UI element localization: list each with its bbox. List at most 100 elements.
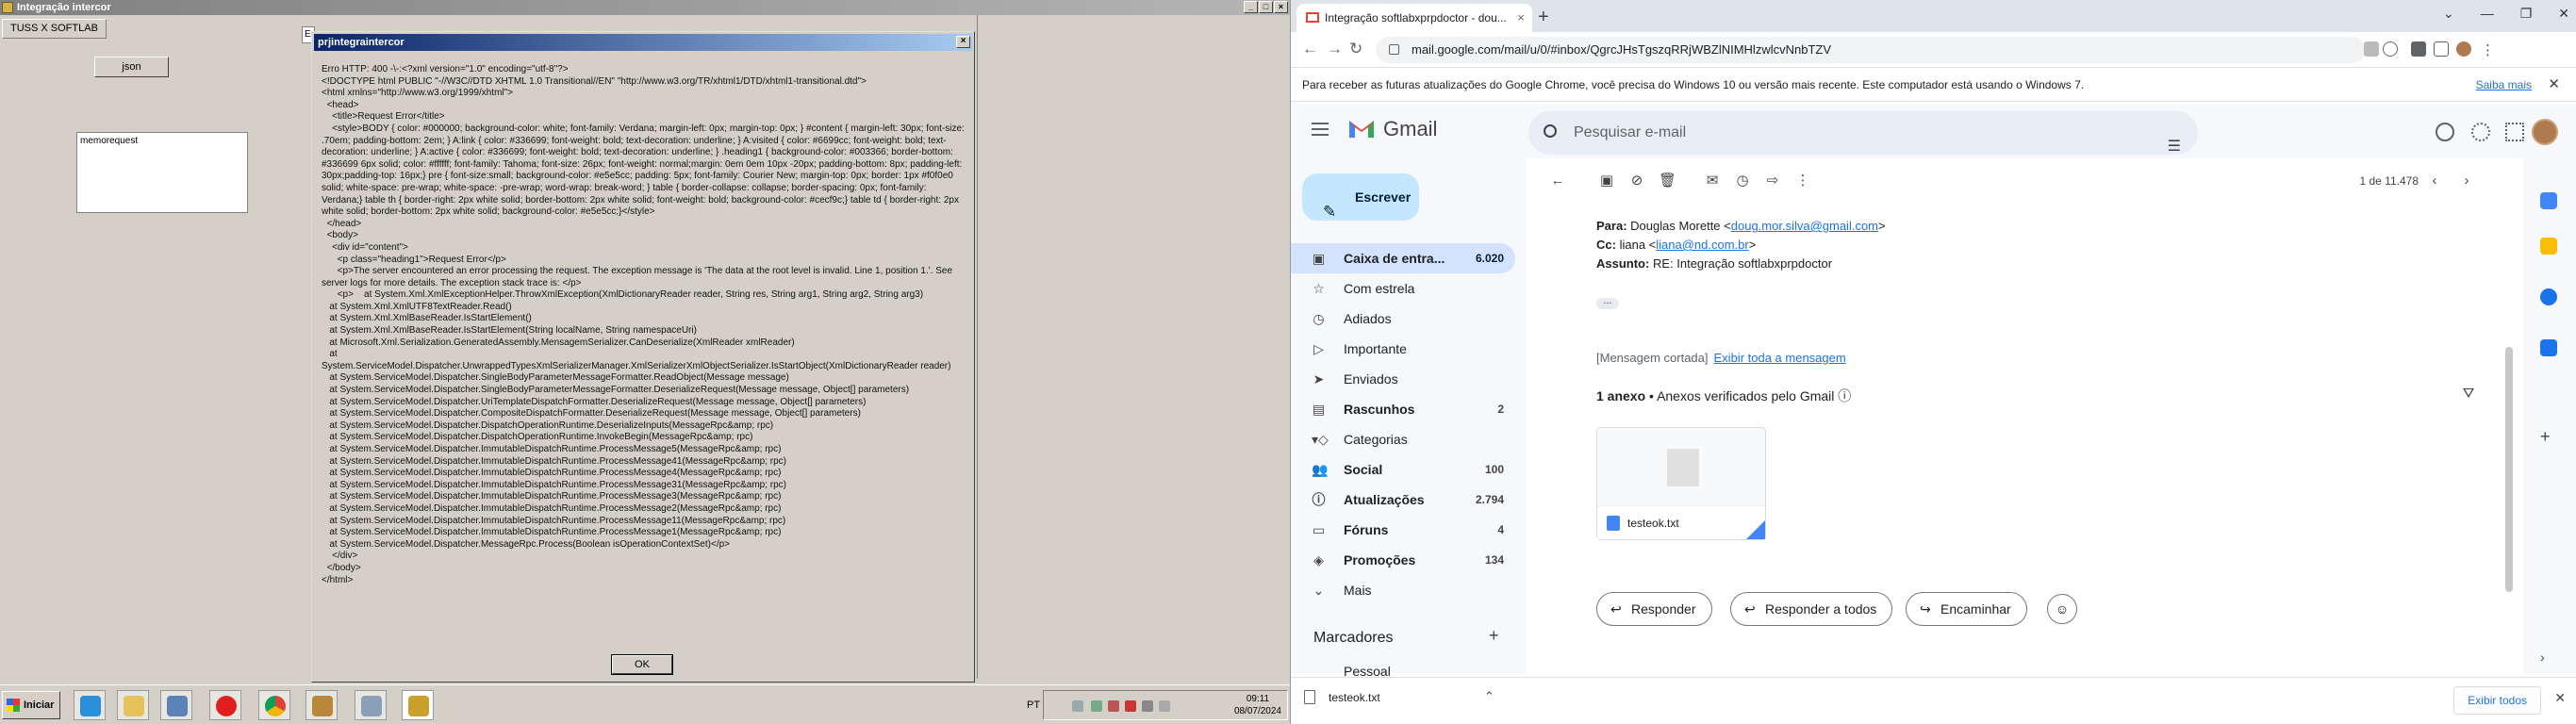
browser-tab-gmail[interactable]: Integração softlabxprpdoctor - dou... × xyxy=(1296,4,1532,32)
settings-gear-icon[interactable] xyxy=(2471,123,2490,141)
chevron-down-icon[interactable]: ⌄ xyxy=(2443,6,2454,22)
help-icon[interactable] xyxy=(2436,123,2454,141)
to-email-link[interactable]: doug.mor.silva@gmail.com xyxy=(1731,219,1878,233)
show-full-message-link[interactable]: Exibir toda a mensagem xyxy=(1714,351,1846,365)
sidebar-item-drafts[interactable]: ▤ Rascunhos 2 xyxy=(1291,394,1515,424)
download-menu-chevron-icon[interactable]: ⌃ xyxy=(1484,689,1494,704)
incognito-eye-icon[interactable] xyxy=(2364,41,2379,57)
opera-taskbar-icon[interactable] xyxy=(209,690,241,720)
tasks-icon[interactable] xyxy=(2540,288,2557,305)
download-item[interactable]: testeok.txt xyxy=(1304,689,1380,706)
delete-icon[interactable]: 🗑 xyxy=(1659,173,1676,189)
search-input[interactable]: Pesquisar e-mail ☰ xyxy=(1528,111,2198,155)
back-icon[interactable]: ← xyxy=(1302,40,1318,58)
message-scrollbar[interactable] xyxy=(2505,347,2513,592)
snooze-icon[interactable]: ◷ xyxy=(1734,173,1751,189)
tray-alert-icon[interactable] xyxy=(1125,700,1136,712)
compose-button[interactable]: ✎ Escrever xyxy=(1302,173,1419,221)
close-button[interactable]: × xyxy=(1274,1,1288,13)
bookmark-star-icon[interactable] xyxy=(2383,41,2398,57)
learn-more-link[interactable]: Saiba mais xyxy=(2476,68,2532,102)
contacts-icon[interactable] xyxy=(2540,339,2557,356)
chrome-taskbar-icon[interactable] xyxy=(258,690,290,720)
mdi-tab-tuss[interactable]: TUSS X SOFTLAB xyxy=(2,19,107,39)
main-menu-icon[interactable] xyxy=(1312,123,1329,136)
app-taskbar-icon-active[interactable] xyxy=(402,690,434,720)
tool-taskbar-icon[interactable] xyxy=(355,690,387,720)
apps-grid-icon[interactable] xyxy=(2505,123,2524,141)
maximize-button[interactable]: □ xyxy=(1259,1,1273,13)
add-to-drive-icon[interactable]: ⛛ xyxy=(2460,387,2477,402)
start-button[interactable]: Iniciar xyxy=(2,691,60,719)
url-text: mail.google.com/mail/u/0/#inbox/QgrcJHsT… xyxy=(1412,42,1831,57)
sidebar-item-important[interactable]: ▷ Importante xyxy=(1291,334,1515,364)
forward-icon[interactable]: → xyxy=(1327,40,1343,58)
dialog-close-button[interactable]: × xyxy=(956,36,970,48)
move-to-icon[interactable]: ⇨ xyxy=(1764,173,1781,189)
back-arrow-icon[interactable]: ← xyxy=(1549,173,1566,189)
tray-volume-icon[interactable] xyxy=(1142,700,1153,712)
new-tab-button[interactable]: + xyxy=(1538,4,1549,30)
json-button[interactable]: json xyxy=(94,57,169,77)
add-app-icon[interactable]: + xyxy=(2540,428,2557,445)
sidebar-item-social[interactable]: 👥 Social 100 xyxy=(1291,454,1515,485)
side-panel-icon[interactable] xyxy=(2434,41,2449,57)
clock[interactable]: 09:11 08/07/2024 xyxy=(1234,693,1281,717)
menu-kebab-icon[interactable]: ⋮ xyxy=(2481,41,2496,58)
archive-icon[interactable]: ▣ xyxy=(1598,173,1615,189)
sidebar-item-more[interactable]: ⌄ Mais xyxy=(1291,575,1515,605)
more-options-icon[interactable]: ⋮ xyxy=(1794,173,1811,189)
window-minimize-icon[interactable]: — xyxy=(2481,6,2494,22)
address-bar[interactable]: mail.google.com/mail/u/0/#inbox/QgrcJHsT… xyxy=(1376,37,2366,63)
reply-all-button[interactable]: ↩ Responder a todos xyxy=(1730,592,1893,626)
forward-button[interactable]: ↪ Encaminhar xyxy=(1906,592,2027,626)
infobar-close-icon[interactable]: ✕ xyxy=(2548,68,2560,102)
sidebar-item-inbox[interactable]: ▣ Caixa de entra... 6.020 xyxy=(1291,243,1515,273)
mark-unread-icon[interactable]: ✉ xyxy=(1704,173,1721,189)
tab-close-icon[interactable]: × xyxy=(1517,4,1525,32)
info-icon[interactable]: ⓘ xyxy=(1838,388,1851,403)
download-bar-close-icon[interactable]: ✕ xyxy=(2554,690,2566,706)
explorer-taskbar-icon[interactable] xyxy=(117,690,149,720)
ok-button[interactable]: OK xyxy=(611,654,673,675)
attachment-card[interactable]: testeok.txt xyxy=(1596,427,1766,540)
newer-chevron-icon[interactable]: ‹ xyxy=(2426,173,2443,189)
nav-count: 134 xyxy=(1484,553,1504,567)
ie-taskbar-icon[interactable] xyxy=(74,690,106,720)
expand-panel-icon[interactable]: › xyxy=(2540,649,2557,666)
window-maximize-icon[interactable]: ❐ xyxy=(2520,6,2533,22)
reload-icon[interactable]: ↻ xyxy=(1349,40,1362,58)
delphi-taskbar-icon[interactable] xyxy=(305,690,338,720)
tray-usb-icon[interactable] xyxy=(1159,700,1170,712)
profile-avatar-icon[interactable] xyxy=(2456,41,2471,57)
search-icon[interactable] xyxy=(1544,124,1557,138)
tray-arrow-icon[interactable] xyxy=(1072,700,1083,712)
tray-shield-icon[interactable] xyxy=(1108,700,1119,712)
add-label-icon[interactable]: + xyxy=(1489,626,1499,646)
sidebar-item-sent[interactable]: ➤ Enviados xyxy=(1291,364,1515,394)
memo-request[interactable]: memorequest xyxy=(76,132,248,213)
extensions-icon[interactable] xyxy=(2411,41,2426,57)
cc-email-link[interactable]: liana@nd.com.br xyxy=(1656,238,1748,252)
account-avatar[interactable] xyxy=(2532,119,2558,145)
calendar-icon[interactable] xyxy=(2540,192,2557,209)
site-info-icon[interactable] xyxy=(1389,44,1399,55)
minimize-button[interactable]: _ xyxy=(1244,1,1258,13)
show-trimmed-button[interactable]: ... xyxy=(1596,296,1619,309)
sidebar-item-categories[interactable]: ▾◇ Categorias xyxy=(1291,424,1515,454)
report-spam-icon[interactable]: ⊘ xyxy=(1628,173,1645,189)
sidebar-item-snoozed[interactable]: ◷ Adiados xyxy=(1291,304,1515,334)
sidebar-item-starred[interactable]: ☆ Com estrela xyxy=(1291,273,1515,304)
language-indicator[interactable]: PT xyxy=(1027,699,1040,711)
keep-icon[interactable] xyxy=(2540,238,2557,255)
sidebar-item-updates[interactable]: ⓘ Atualizações 2.794 xyxy=(1291,485,1515,515)
sidebar-item-promotions[interactable]: ◈ Promoções 134 xyxy=(1291,545,1515,575)
show-all-downloads-button[interactable]: Exibir todos xyxy=(2453,686,2541,715)
sidebar-item-forums[interactable]: ▭ Fóruns 4 xyxy=(1291,515,1515,545)
older-chevron-icon[interactable]: › xyxy=(2458,173,2475,189)
tray-network-icon[interactable] xyxy=(1091,700,1102,712)
reply-button[interactable]: ↩ Responder xyxy=(1596,592,1712,626)
window-close-icon[interactable]: ✕ xyxy=(2558,6,2569,22)
media-taskbar-icon[interactable] xyxy=(160,690,192,720)
emoji-reaction-button[interactable]: ☺ xyxy=(2047,594,2077,624)
